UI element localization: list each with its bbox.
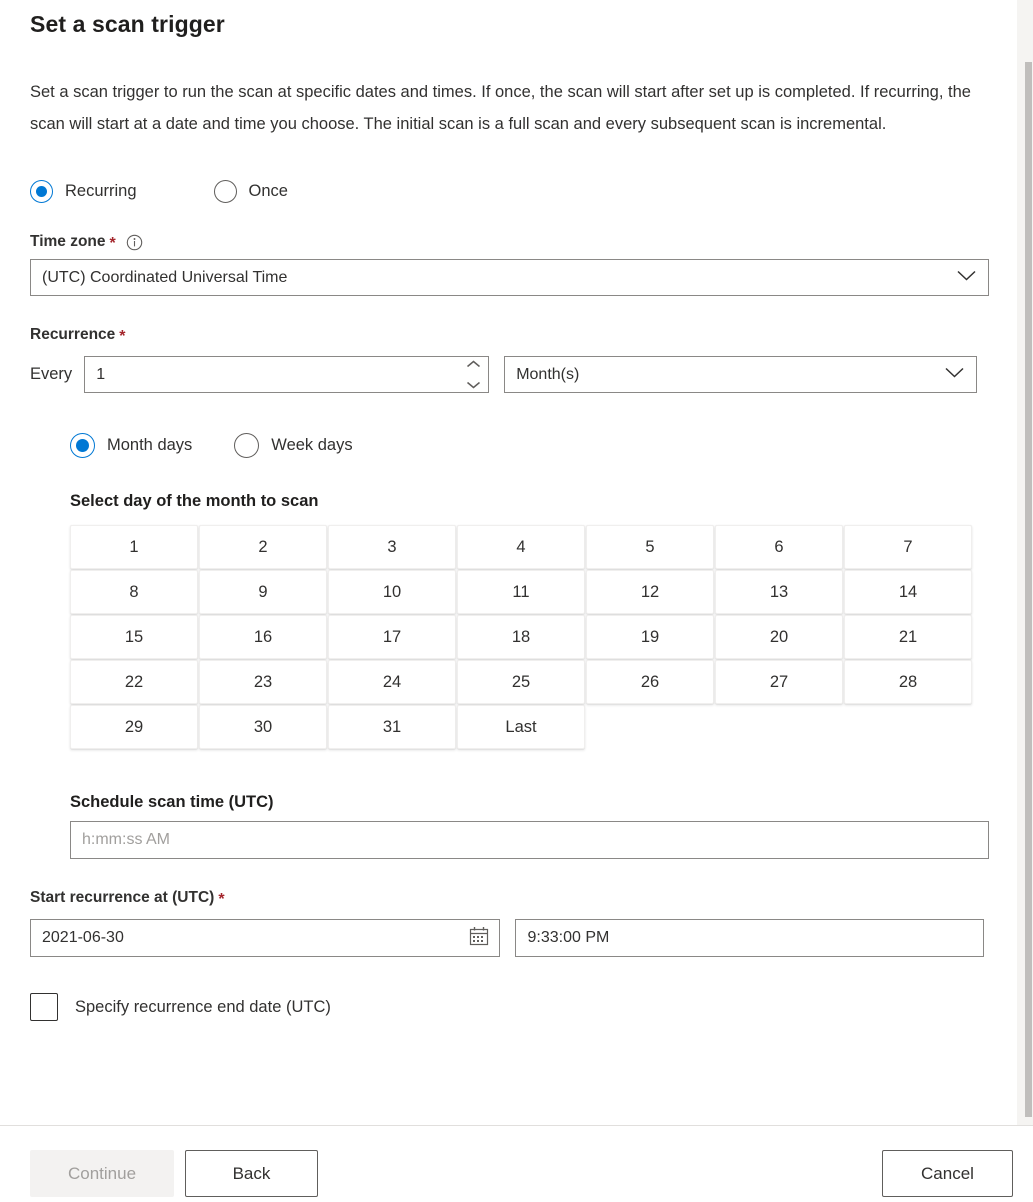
day-cell[interactable]: 31 — [328, 705, 456, 749]
chevron-up-icon[interactable] — [466, 355, 481, 373]
day-cell[interactable]: 6 — [715, 525, 843, 569]
recurrence-interval-value: 1 — [96, 365, 106, 383]
radio-option-recurring[interactable]: Recurring — [30, 180, 137, 203]
scan-trigger-panel: Set a scan trigger Set a scan trigger to… — [0, 0, 1033, 1202]
day-cell[interactable]: 7 — [844, 525, 972, 569]
start-recurrence-label-row: Start recurrence at (UTC) * — [30, 859, 984, 915]
schedule-time-label: Schedule scan time (UTC) — [70, 793, 274, 811]
day-cell[interactable]: 23 — [199, 660, 327, 704]
day-cell[interactable]: 22 — [70, 660, 198, 704]
recurrence-label-row: Recurrence * — [30, 296, 984, 352]
day-cell[interactable]: 24 — [328, 660, 456, 704]
day-cell[interactable]: 5 — [586, 525, 714, 569]
recurrence-unit-value: Month(s) — [516, 365, 580, 383]
schedule-time-placeholder: h:mm:ss AM — [82, 831, 171, 848]
required-asterisk: * — [218, 891, 225, 908]
radio-label-week-days: Week days — [271, 436, 353, 454]
radio-option-week-days[interactable]: Week days — [234, 433, 353, 458]
vertical-scrollbar[interactable] — [1017, 0, 1033, 1125]
time-zone-label: Time zone — [30, 233, 106, 250]
day-cell[interactable]: 8 — [70, 570, 198, 614]
day-cell[interactable]: 25 — [457, 660, 585, 704]
day-cell[interactable]: 16 — [199, 615, 327, 659]
day-cell[interactable]: 28 — [844, 660, 972, 704]
end-date-checkbox[interactable] — [30, 993, 58, 1021]
radio-selected-icon — [70, 433, 95, 458]
radio-option-month-days[interactable]: Month days — [70, 433, 192, 458]
day-cell[interactable]: 17 — [328, 615, 456, 659]
schedule-time-section: Schedule scan time (UTC) h:mm:ss AM — [30, 749, 989, 859]
recurrence-interval-row: Every 1 Month(s) — [30, 352, 984, 393]
required-asterisk: * — [109, 235, 116, 252]
calendar-icon[interactable] — [468, 925, 490, 952]
time-zone-label-row: Time zone * — [30, 203, 984, 259]
day-cell[interactable]: 11 — [457, 570, 585, 614]
day-of-month-grid: 1 2 3 4 5 6 7 8 9 10 11 12 13 14 15 16 17 18 19 20 21 22 23 24 2… — [30, 511, 984, 749]
radio-option-once[interactable]: Once — [213, 180, 288, 203]
start-date-value: 2021-06-30 — [42, 929, 124, 946]
every-label: Every — [30, 365, 73, 383]
start-date-input[interactable]: 2021-06-30 — [30, 919, 501, 957]
recurrence-interval-stepper[interactable]: 1 — [84, 356, 490, 393]
day-cell[interactable]: 12 — [586, 570, 714, 614]
day-cell[interactable]: 21 — [844, 615, 972, 659]
day-cell[interactable]: 14 — [844, 570, 972, 614]
time-zone-dropdown[interactable]: (UTC) Coordinated Universal Time — [30, 259, 989, 296]
recurrence-mode-radio-group: Month days Week days — [30, 393, 984, 458]
day-cell[interactable]: Last — [457, 705, 585, 749]
start-time-input[interactable]: 9:33:00 PM — [515, 919, 984, 957]
continue-button[interactable]: Continue — [30, 1150, 174, 1197]
recurrence-label: Recurrence — [30, 326, 116, 343]
info-circle-icon[interactable] — [126, 234, 143, 251]
recurrence-unit-dropdown[interactable]: Month(s) — [504, 356, 978, 393]
chevron-down-icon — [956, 269, 977, 287]
end-date-checkbox-row[interactable]: Specify recurrence end date (UTC) — [30, 957, 984, 1047]
day-cell[interactable]: 29 — [70, 705, 198, 749]
scrollbar-thumb[interactable] — [1025, 62, 1032, 1117]
cancel-button[interactable]: Cancel — [882, 1150, 1013, 1197]
day-cell[interactable]: 19 — [586, 615, 714, 659]
trigger-type-radio-group: Recurring Once — [30, 140, 984, 203]
radio-selected-icon — [30, 180, 53, 203]
radio-dot — [36, 186, 47, 197]
day-cell[interactable]: 20 — [715, 615, 843, 659]
day-cell[interactable]: 15 — [70, 615, 198, 659]
day-cell[interactable]: 30 — [199, 705, 327, 749]
panel-scroll-area: Set a scan trigger Set a scan trigger to… — [0, 0, 1033, 1125]
back-button[interactable]: Back — [185, 1150, 318, 1197]
radio-label-month-days: Month days — [107, 436, 193, 454]
day-cell[interactable]: 27 — [715, 660, 843, 704]
time-zone-value: (UTC) Coordinated Universal Time — [42, 268, 288, 286]
start-time-value: 9:33:00 PM — [527, 929, 610, 946]
stepper-arrows[interactable] — [458, 357, 488, 392]
required-asterisk: * — [119, 328, 126, 345]
schedule-time-input[interactable]: h:mm:ss AM — [70, 821, 989, 859]
day-cell[interactable]: 18 — [457, 615, 585, 659]
day-cell[interactable]: 26 — [586, 660, 714, 704]
day-cell[interactable]: 10 — [328, 570, 456, 614]
day-cell[interactable]: 13 — [715, 570, 843, 614]
start-recurrence-label: Start recurrence at (UTC) — [30, 889, 215, 906]
day-cell[interactable]: 1 — [70, 525, 198, 569]
chevron-down-icon — [944, 366, 965, 384]
radio-unselected-icon — [213, 180, 237, 203]
day-cell[interactable]: 2 — [199, 525, 327, 569]
day-grid-title: Select day of the month to scan — [70, 492, 319, 510]
panel-description: Set a scan trigger to run the scan at sp… — [30, 83, 971, 133]
panel-content: Set a scan trigger Set a scan trigger to… — [0, 0, 1014, 1047]
panel-footer: Continue Back Cancel — [0, 1125, 1033, 1202]
start-recurrence-row: 2021-06-30 9:33:00 PM — [30, 915, 984, 957]
day-cell[interactable]: 4 — [457, 525, 585, 569]
radio-unselected-icon — [234, 433, 260, 458]
end-date-checkbox-label: Specify recurrence end date (UTC) — [75, 997, 331, 1016]
radio-label-recurring: Recurring — [65, 182, 137, 200]
chevron-down-icon[interactable] — [466, 376, 481, 394]
radio-dot — [76, 439, 89, 452]
radio-label-once: Once — [248, 182, 288, 200]
page-title: Set a scan trigger — [30, 11, 225, 37]
day-cell[interactable]: 3 — [328, 525, 456, 569]
day-cell[interactable]: 9 — [199, 570, 327, 614]
